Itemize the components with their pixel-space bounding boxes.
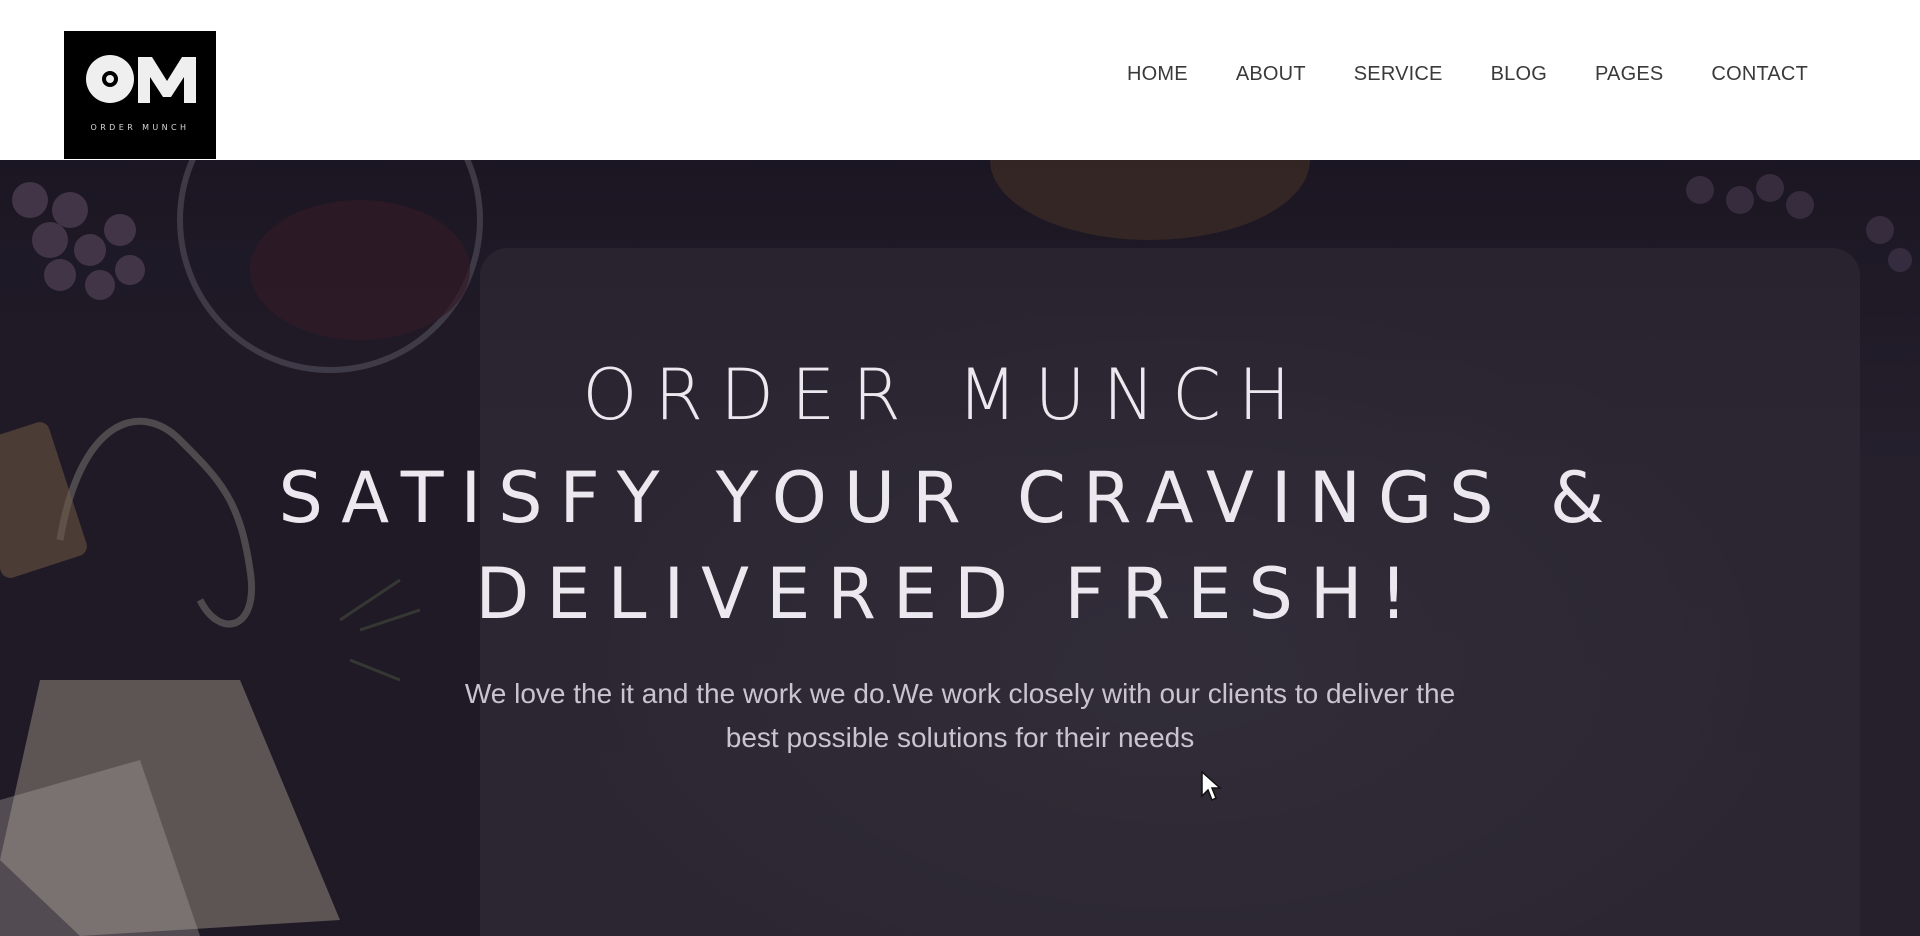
mouse-cursor-icon: [1201, 770, 1222, 802]
main-nav: HOME ABOUT SERVICE BLOG PAGES CONTACT: [1127, 60, 1808, 88]
nav-contact[interactable]: CONTACT: [1711, 63, 1808, 86]
hero-subtitle: We love the it and the work we do.We wor…: [464, 678, 1456, 753]
nav-blog[interactable]: BLOG: [1491, 63, 1547, 86]
logo-letters-om: [64, 47, 216, 117]
hero-brand-heading: ORDER MUNCH: [582, 354, 1308, 436]
order-munch-logo[interactable]: ORDER MUNCH: [64, 31, 216, 159]
nav-about[interactable]: ABOUT: [1236, 63, 1306, 86]
site-header: ORDER MUNCH HOME ABOUT SERVICE BLOG PAGE…: [0, 0, 1920, 160]
logo-tagline: ORDER MUNCH: [90, 123, 190, 132]
nav-pages[interactable]: PAGES: [1595, 63, 1663, 86]
hero-title: SATISFY YOUR CRAVINGS & DELIVERED FRESH!: [278, 457, 1622, 635]
nav-service[interactable]: SERVICE: [1354, 63, 1443, 86]
nav-home[interactable]: HOME: [1127, 63, 1188, 86]
